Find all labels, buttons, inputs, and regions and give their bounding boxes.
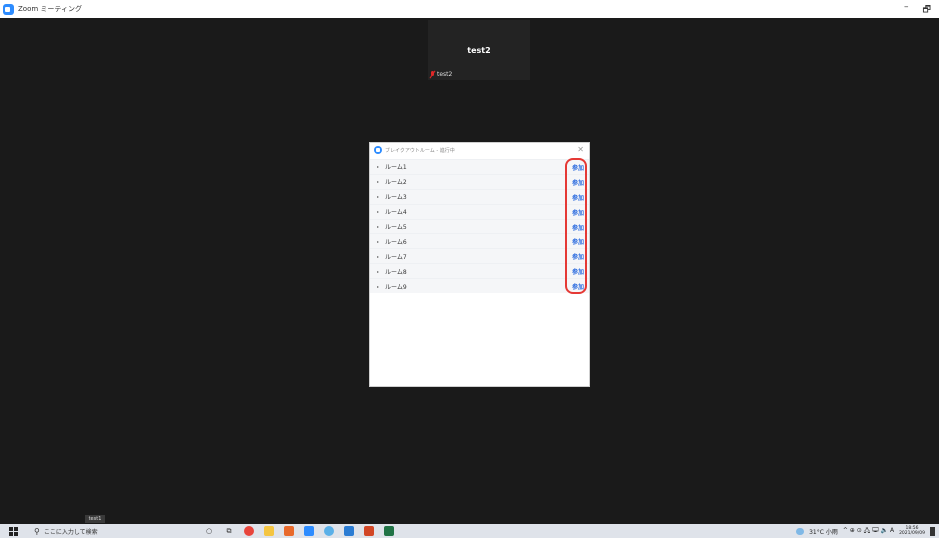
app-icon-2[interactable] xyxy=(324,526,334,536)
breakout-room-row[interactable]: ▸ ルーム4 参加 xyxy=(370,203,589,219)
chevron-right-icon[interactable]: ▸ xyxy=(377,224,383,229)
room-name: ルーム1 xyxy=(385,164,407,172)
search-placeholder: ここに入力して検索 xyxy=(43,528,98,536)
windows-taskbar: ⚲ ここに入力して検索 ○ ⧉ 31°C 小雨 ^ ⊕ ⊙ 🖧 🖵 🔈 A 18… xyxy=(0,524,939,538)
weather-text[interactable]: 31°C 小雨 xyxy=(809,527,838,536)
join-room-button[interactable]: 参加 xyxy=(572,223,584,232)
chevron-right-icon[interactable]: ▸ xyxy=(377,269,383,274)
room-name: ルーム5 xyxy=(385,224,407,231)
room-name: ルーム8 xyxy=(385,268,407,276)
taskbar-apps: ○ ⧉ xyxy=(204,526,394,536)
chevron-right-icon[interactable]: ▸ xyxy=(377,164,383,169)
search-icon: ⚲ xyxy=(34,526,40,536)
breakout-room-row[interactable]: ▸ ルーム8 参加 xyxy=(370,263,589,279)
participant-label: test2 xyxy=(430,71,452,78)
breakout-room-row[interactable]: ▸ ルーム1 参加 xyxy=(370,159,589,174)
participant-label-text: test2 xyxy=(437,71,453,78)
mic-muted-icon xyxy=(430,71,435,78)
powerpoint-icon[interactable] xyxy=(364,526,374,536)
system-tray: 31°C 小雨 ^ ⊕ ⊙ 🖧 🖵 🔈 A 18:56 2021/09/09 xyxy=(796,525,935,537)
minimize-button[interactable]: – xyxy=(904,2,909,18)
zoom-dialog-icon xyxy=(374,146,382,154)
self-name-label: test1 xyxy=(85,515,105,523)
chevron-right-icon[interactable]: ▸ xyxy=(377,239,383,244)
join-room-button[interactable]: 参加 xyxy=(572,193,584,202)
room-list: ▸ ルーム1 参加 ▸ ルーム2 参加 ▸ ルーム3 参加 ▸ ルーム4 参加 ▸ ルーム5 参加 ▸ ルーム6… xyxy=(370,159,589,294)
join-room-button[interactable]: 参加 xyxy=(572,252,584,261)
breakout-room-row[interactable]: ▸ ルーム2 参加 xyxy=(370,173,589,189)
window-controls: – 🗗 xyxy=(904,2,931,18)
room-name: ルーム4 xyxy=(385,209,407,217)
chevron-right-icon[interactable]: ▸ xyxy=(377,284,383,289)
breakout-room-row[interactable]: ▸ ルーム7 参加 xyxy=(370,248,589,264)
room-name: ルーム9 xyxy=(385,283,407,291)
breakout-rooms-dialog: ブレイクアウトルーム - 進行中 ✕ ▸ ルーム1 参加 ▸ ルーム2 参加 ▸ ルーム3 参加… xyxy=(369,142,590,387)
breakout-room-row[interactable]: ▸ ルーム9 参加 xyxy=(370,278,589,294)
room-name: ルーム3 xyxy=(385,194,407,202)
participant-video-tile[interactable]: test2 test2 xyxy=(428,20,530,80)
join-room-button[interactable]: 参加 xyxy=(572,163,584,172)
taskbar-search[interactable]: ⚲ ここに入力して検索 xyxy=(34,527,98,536)
cortana-icon[interactable]: ○ xyxy=(204,526,214,536)
join-room-button[interactable]: 参加 xyxy=(572,282,584,291)
notification-icon[interactable] xyxy=(930,526,935,536)
room-name: ルーム2 xyxy=(385,179,407,187)
chevron-right-icon[interactable]: ▸ xyxy=(377,194,383,199)
weather-icon xyxy=(796,527,805,535)
breakout-room-row[interactable]: ▸ ルーム6 参加 xyxy=(370,233,589,249)
join-room-button[interactable]: 参加 xyxy=(572,237,584,246)
outlook-icon[interactable] xyxy=(344,526,354,536)
clock-date: 2021/09/09 xyxy=(899,531,925,536)
chevron-right-icon[interactable]: ▸ xyxy=(377,254,383,259)
join-room-button[interactable]: 参加 xyxy=(572,208,584,217)
title-bar: Zoom ミーティング – 🗗 xyxy=(0,0,939,18)
close-icon[interactable]: ✕ xyxy=(577,145,584,154)
breakout-room-row[interactable]: ▸ ルーム3 参加 xyxy=(370,188,589,204)
zoom-taskbar-icon[interactable] xyxy=(304,526,314,536)
chevron-right-icon[interactable]: ▸ xyxy=(377,209,383,214)
zoom-app-icon xyxy=(3,3,14,15)
tray-icons[interactable]: ^ ⊕ ⊙ 🖧 🖵 🔈 A xyxy=(843,526,894,536)
clock[interactable]: 18:56 2021/09/09 xyxy=(899,526,925,536)
maximize-button[interactable]: 🗗 xyxy=(923,2,931,18)
app-icon[interactable] xyxy=(284,526,294,536)
file-explorer-icon[interactable] xyxy=(264,526,274,536)
room-name: ルーム6 xyxy=(385,238,407,246)
join-room-button[interactable]: 参加 xyxy=(572,178,584,187)
participant-name: test2 xyxy=(467,46,491,55)
dialog-header: ブレイクアウトルーム - 進行中 ✕ xyxy=(370,143,589,157)
dialog-title: ブレイクアウトルーム - 進行中 xyxy=(385,147,455,154)
chevron-right-icon[interactable]: ▸ xyxy=(377,179,383,184)
task-view-icon[interactable]: ⧉ xyxy=(224,526,234,536)
chrome-icon[interactable] xyxy=(244,526,254,536)
breakout-room-row[interactable]: ▸ ルーム5 参加 xyxy=(370,218,589,234)
windows-start-icon[interactable] xyxy=(9,526,18,536)
excel-icon[interactable] xyxy=(384,526,394,536)
window-title: Zoom ミーティング xyxy=(18,5,82,13)
join-room-button[interactable]: 参加 xyxy=(572,267,584,276)
room-name: ルーム7 xyxy=(385,253,407,261)
